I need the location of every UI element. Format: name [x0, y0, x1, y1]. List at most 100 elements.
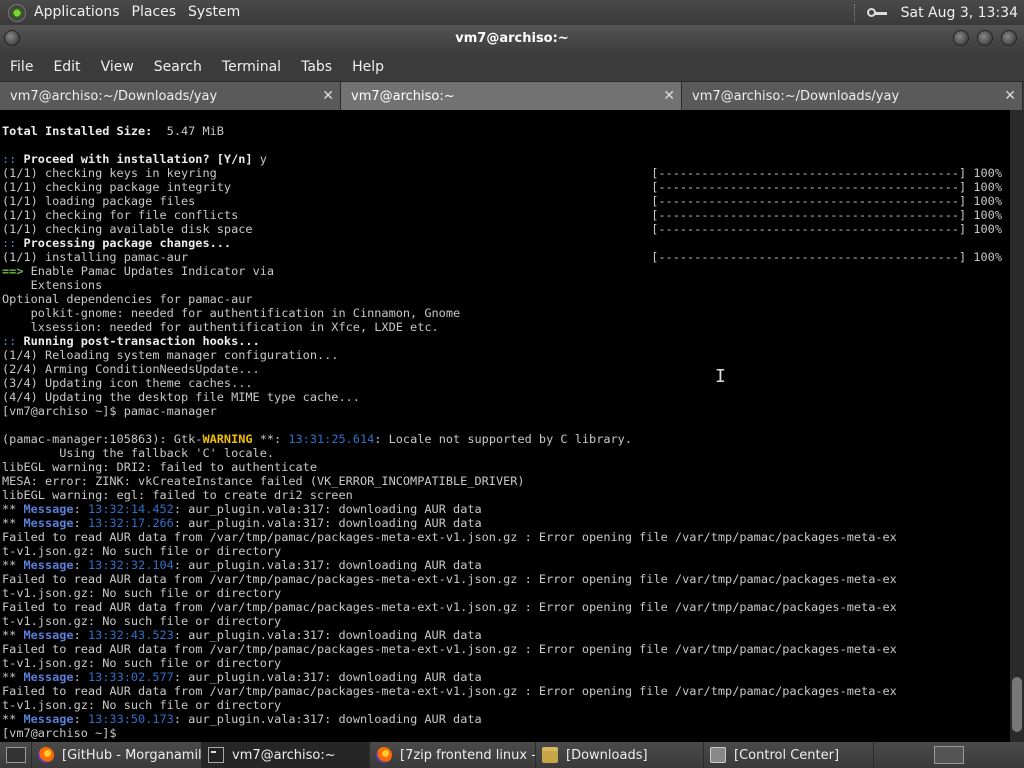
taskbar-item-github[interactable]: [GitHub - Morganamil... — [32, 742, 202, 768]
panel-tray: Sat Aug 3, 13:34 — [853, 0, 1024, 25]
applications-menu[interactable]: Applications — [28, 0, 126, 25]
tab-home[interactable]: vm7@archiso:~ ✕ — [341, 82, 682, 110]
terminal-line: Total Installed Size: 5.47 MiB — [2, 124, 224, 138]
terminal-line: Using the fallback 'C' locale. — [2, 446, 275, 460]
terminal-prompt: [vm7@archiso ~]$ pamac-manager — [2, 404, 217, 418]
show-desktop-button[interactable] — [0, 742, 32, 768]
taskbar: [GitHub - Morganamil... vm7@archiso:~ [7… — [0, 742, 1024, 768]
tab-close-icon[interactable]: ✕ — [663, 88, 675, 104]
terminal-line: ==> Enable Pamac Updates Indicator via — [2, 264, 275, 278]
workspace-switcher[interactable] — [874, 742, 1024, 768]
progress-bar-text: [---------------------------------------… — [651, 194, 1002, 208]
tab-label: vm7@archiso:~ — [351, 88, 455, 104]
folder-icon — [542, 747, 558, 763]
key-icon[interactable] — [866, 7, 889, 19]
terminal-line: (1/1) installing pamac-aur [-------------… — [2, 250, 1002, 264]
taskbar-item-label: [GitHub - Morganamil... — [62, 747, 202, 763]
terminal-line: t-v1.json.gz: No such file or directory — [2, 544, 282, 558]
taskbar-item-label: [Downloads] — [566, 747, 648, 763]
taskbar-item-label: vm7@archiso:~ — [232, 747, 336, 763]
terminal-line: (3/4) Updating icon theme caches... — [2, 376, 253, 390]
tab-close-icon[interactable]: ✕ — [322, 88, 334, 104]
terminal-line: (pamac-manager:105863): Gtk-WARNING **: … — [2, 432, 632, 446]
menu-terminal[interactable]: Terminal — [212, 53, 291, 81]
clock[interactable]: Sat Aug 3, 13:34 — [901, 5, 1018, 21]
terminal-line: (1/1) checking for file conflicts [------… — [2, 208, 1002, 222]
distro-logo-icon[interactable] — [8, 3, 26, 22]
close-button[interactable] — [1001, 30, 1017, 46]
taskbar-item-downloads[interactable]: [Downloads] — [536, 742, 704, 768]
control-center-icon — [710, 747, 726, 763]
panel-separator — [853, 3, 857, 22]
terminal-line: Failed to read AUR data from /var/tmp/pa… — [2, 684, 897, 698]
window-title: vm7@archiso:~ — [455, 31, 569, 46]
terminal-line: libEGL warning: DRI2: failed to authenti… — [2, 460, 317, 474]
tab-downloads-yay-1[interactable]: vm7@archiso:~/Downloads/yay ✕ — [0, 82, 341, 110]
terminal-line: Extensions — [2, 278, 103, 292]
taskbar-item-7zip[interactable]: [7zip frontend linux - ... — [370, 742, 536, 768]
taskbar-item-label: [7zip frontend linux - ... — [400, 747, 536, 763]
show-desktop-icon — [6, 747, 26, 763]
terminal-line: t-v1.json.gz: No such file or directory — [2, 586, 282, 600]
terminal-line: MESA: error: ZINK: vkCreateInstance fail… — [2, 474, 525, 488]
system-menu[interactable]: System — [182, 0, 246, 25]
terminal-line: (1/1) checking package integrity [-------… — [2, 180, 1002, 194]
terminal-line: libEGL warning: egl: failed to create dr… — [2, 488, 353, 502]
taskbar-item-control-center[interactable]: [Control Center] — [704, 742, 874, 768]
tab-close-icon[interactable]: ✕ — [1004, 88, 1016, 104]
terminal-icon — [208, 747, 224, 763]
tab-downloads-yay-2[interactable]: vm7@archiso:~/Downloads/yay ✕ — [682, 82, 1023, 110]
progress-bar-text: [---------------------------------------… — [651, 166, 1002, 180]
terminal-line: Failed to read AUR data from /var/tmp/pa… — [2, 600, 897, 614]
terminal-scrollbar[interactable] — [1010, 110, 1024, 742]
menu-tabs[interactable]: Tabs — [291, 53, 342, 81]
terminal-line: t-v1.json.gz: No such file or directory — [2, 656, 282, 670]
terminal-output[interactable]: Total Installed Size: 5.47 MiB :: Procee… — [0, 110, 1010, 742]
terminal-line: t-v1.json.gz: No such file or directory — [2, 698, 282, 712]
progress-bar-text: [---------------------------------------… — [651, 222, 1002, 236]
minimize-button[interactable] — [953, 30, 969, 46]
terminal-line: (2/4) Arming ConditionNeedsUpdate... — [2, 362, 260, 376]
window-titlebar[interactable]: vm7@archiso:~ — [0, 25, 1024, 53]
terminal-prompt: [vm7@archiso ~]$ — [2, 726, 117, 740]
terminal-line: (1/1) checking available disk space [----… — [2, 222, 1002, 236]
terminal-line: ** Message: 13:33:02.577: aur_plugin.val… — [2, 670, 482, 684]
terminal-line: t-v1.json.gz: No such file or directory — [2, 614, 282, 628]
tab-bar: vm7@archiso:~/Downloads/yay ✕ vm7@archis… — [0, 82, 1024, 110]
terminal-line: :: Running post-transaction hooks... — [2, 334, 260, 348]
top-panel: Applications Places System Sat Aug 3, 13… — [0, 0, 1024, 25]
ibeam-cursor-icon: I — [715, 366, 726, 387]
firefox-icon — [376, 747, 392, 763]
tab-label: vm7@archiso:~/Downloads/yay — [10, 88, 218, 104]
terminal-line: Optional dependencies for pamac-aur — [2, 292, 253, 306]
terminal-line: :: Proceed with installation? [Y/n] y — [2, 152, 267, 166]
terminal-line: lxsession: needed for authentification i… — [2, 320, 439, 334]
menu-search[interactable]: Search — [144, 53, 212, 81]
terminal-line: ** Message: 13:32:32.104: aur_plugin.val… — [2, 558, 482, 572]
taskbar-item-label: [Control Center] — [734, 747, 840, 763]
progress-bar-text: [---------------------------------------… — [651, 208, 1002, 222]
terminal-line: ** Message: 13:32:43.523: aur_plugin.val… — [2, 628, 482, 642]
menubar: File Edit View Search Terminal Tabs Help — [0, 53, 1024, 82]
terminal-line: Failed to read AUR data from /var/tmp/pa… — [2, 572, 897, 586]
taskbar-item-terminal[interactable]: vm7@archiso:~ — [202, 742, 370, 768]
places-menu[interactable]: Places — [126, 0, 183, 25]
terminal-line: ** Message: 13:32:17.266: aur_plugin.val… — [2, 516, 482, 530]
firefox-icon — [38, 747, 54, 763]
terminal-line: ** Message: 13:33:50.173: aur_plugin.val… — [2, 712, 482, 726]
menu-edit[interactable]: Edit — [43, 53, 90, 81]
terminal-line: (1/4) Reloading system manager configura… — [2, 348, 339, 362]
terminal-line: :: Processing package changes... — [2, 236, 232, 250]
terminal-line: Failed to read AUR data from /var/tmp/pa… — [2, 642, 897, 656]
terminal-line: ** Message: 13:32:14.452: aur_plugin.val… — [2, 502, 482, 516]
menu-help[interactable]: Help — [342, 53, 394, 81]
terminal-line: (1/1) loading package files [------------… — [2, 194, 1002, 208]
menu-file[interactable]: File — [0, 53, 43, 81]
progress-bar-text: [---------------------------------------… — [651, 250, 1002, 264]
scrollbar-thumb[interactable] — [1012, 677, 1022, 732]
menu-view[interactable]: View — [91, 53, 144, 81]
maximize-button[interactable] — [977, 30, 993, 46]
terminal-line: (1/1) checking keys in keyring [---------… — [2, 166, 1002, 180]
terminal-line: Failed to read AUR data from /var/tmp/pa… — [2, 530, 897, 544]
terminal-line: (4/4) Updating the desktop file MIME typ… — [2, 390, 360, 404]
